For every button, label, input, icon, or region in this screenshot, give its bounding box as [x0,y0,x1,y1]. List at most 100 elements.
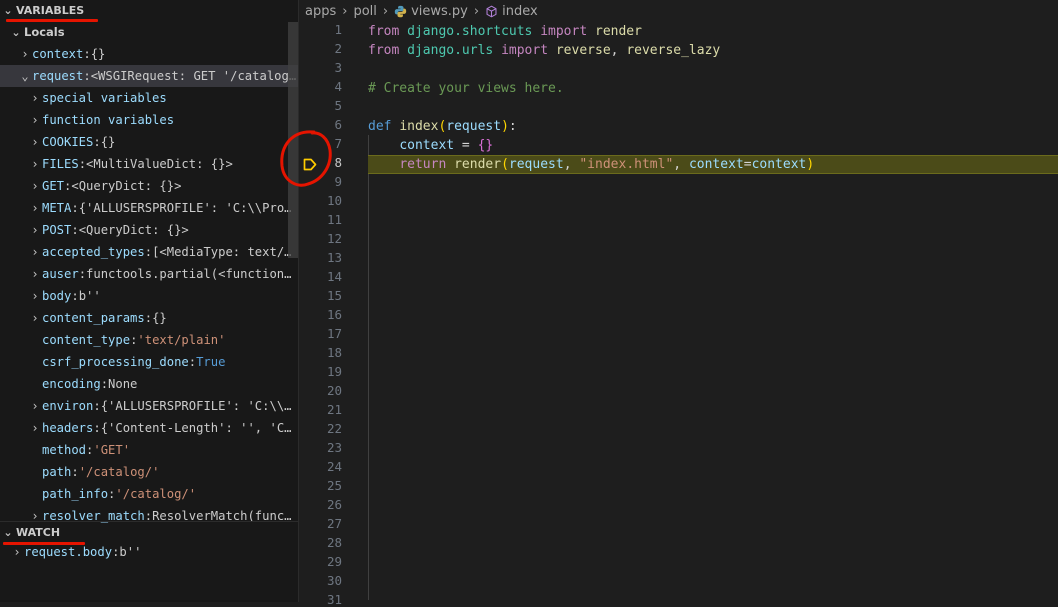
current-execution-line[interactable]: return render(request, "index.html", con… [368,155,1058,174]
line-number[interactable]: 29 [302,554,342,569]
line-number[interactable]: 10 [302,193,342,208]
code-line[interactable]: context = {} [368,136,1058,155]
line-number[interactable]: 24 [302,459,342,474]
line-number[interactable]: 15 [302,288,342,303]
chevron-right-icon[interactable]: › [28,201,42,215]
variable-value: {'Content-Length': '', 'Content-Type'} [100,421,298,435]
line-number[interactable]: 5 [302,98,342,113]
variable-separator: : [78,267,87,281]
watch-expression: request.body [24,545,113,559]
code-token: = [743,157,752,172]
variable-row-method[interactable]: method: 'GET' [0,439,298,461]
variable-row-auser[interactable]: ›auser: functools.partial(<function ause… [0,263,298,285]
line-number[interactable]: 27 [302,516,342,531]
chevron-right-icon[interactable]: › [28,223,42,237]
variable-separator: : [78,157,87,171]
watch-section-header[interactable]: ⌄ WATCH [0,521,298,542]
line-number-gutter: 1 2 3 4 5 6 7 8 9 10 11 12 13 14 15 16 17 18 19 20 21 22 23 24 2… [280,22,368,607]
line-number[interactable]: 17 [302,326,342,341]
line-number[interactable]: 25 [302,478,342,493]
chevron-right-icon[interactable]: › [28,91,42,105]
chevron-right-icon[interactable]: › [28,113,42,127]
variable-row-encoding[interactable]: encoding: None [0,373,298,395]
code-token: # Create your views here. [368,81,564,96]
variable-value: {} [100,135,116,149]
variable-row-content-type[interactable]: content_type: 'text/plain' [0,329,298,351]
code-editor[interactable]: from django.shortcuts import render from … [368,22,1058,602]
chevron-down-icon[interactable]: ⌄ [18,69,32,83]
variable-value: 'text/plain' [137,333,226,347]
line-number[interactable]: 21 [302,402,342,417]
breadcrumb-symbol[interactable]: index [502,4,538,19]
line-number[interactable]: 1 [302,22,342,37]
variable-row-context[interactable]: › context: {} [0,43,298,65]
line-number[interactable]: 20 [302,383,342,398]
code-line[interactable] [368,98,1058,117]
variable-row-special-variables[interactable]: › special variables [0,87,298,109]
variable-row-content-params[interactable]: › content_params: {} [0,307,298,329]
code-token: , [610,43,627,58]
chevron-right-icon[interactable]: › [28,157,42,171]
variable-value: b'' [78,289,101,303]
chevron-right-icon[interactable]: › [28,135,42,149]
line-number[interactable]: 13 [302,250,342,265]
code-token: , [673,157,689,172]
variable-row-csrf-processing-done[interactable]: csrf_processing_done: True [0,351,298,373]
code-token: "index.html" [579,157,674,172]
variable-row-get[interactable]: › GET: <QueryDict: {}> [0,175,298,197]
line-number[interactable]: 31 [302,592,342,607]
chevron-right-icon[interactable]: › [28,179,42,193]
variable-row-headers[interactable]: ›headers: {'Content-Length': '', 'Conten… [0,417,298,439]
line-number[interactable]: 18 [302,345,342,360]
code-line[interactable]: from django.shortcuts import render [368,22,1058,41]
breadcrumb-file[interactable]: views.py [411,4,468,19]
chevron-right-icon[interactable]: › [18,47,32,61]
line-number[interactable]: 12 [302,231,342,246]
line-number[interactable]: 14 [302,269,342,284]
line-number[interactable]: 30 [302,573,342,588]
chevron-right-icon[interactable]: › [28,399,42,413]
breadcrumb-poll[interactable]: poll [353,4,376,19]
line-number[interactable]: 3 [302,60,342,75]
variable-row-path-info[interactable]: path_info: '/catalog/' [0,483,298,505]
variable-row-function-variables[interactable]: › function variables [0,109,298,131]
code-line[interactable]: from django.urls import reverse, reverse… [368,41,1058,60]
variable-row-files[interactable]: › FILES: <MultiValueDict: {}> [0,153,298,175]
chevron-right-icon[interactable]: › [28,289,42,303]
variable-row-path[interactable]: path: '/catalog/' [0,461,298,483]
line-number[interactable]: 23 [302,440,342,455]
variable-row-post[interactable]: › POST: <QueryDict: {}> [0,219,298,241]
variable-row-body[interactable]: › body: b'' [0,285,298,307]
line-number[interactable]: 28 [302,535,342,550]
variable-separator: : [64,179,72,193]
variable-name: FILES [42,157,79,171]
line-number[interactable]: 16 [302,307,342,322]
line-number[interactable]: 19 [302,364,342,379]
line-number[interactable]: 2 [302,41,342,56]
watch-row[interactable]: › request.body: b'' [0,541,298,563]
chevron-right-icon[interactable]: › [28,311,42,325]
chevron-right-icon[interactable]: › [28,421,42,435]
breadcrumb: apps › poll › views.py › index [305,0,538,22]
chevron-right-icon[interactable]: › [28,267,42,281]
code-line[interactable] [368,60,1058,79]
line-number[interactable]: 26 [302,497,342,512]
breadcrumb-apps[interactable]: apps [305,4,336,19]
variable-row-request[interactable]: ⌄ request: <WSGIRequest: GET '/catalog/'> [0,65,298,87]
variable-row-accepted-types[interactable]: ›accepted_types: [<MediaType: text/plain… [0,241,298,263]
chevron-right-icon[interactable]: › [28,245,42,259]
chevron-right-icon[interactable]: › [10,545,24,559]
code-line[interactable]: def index(request): [368,117,1058,136]
line-number[interactable]: 22 [302,421,342,436]
variable-row-cookies[interactable]: › COOKIES: {} [0,131,298,153]
line-number[interactable]: 4 [302,79,342,94]
variables-section-header[interactable]: ⌄ VARIABLES [0,0,298,20]
variable-row-meta[interactable]: ›META: {'ALLUSERSPROFILE': 'C:\\ProgramD… [0,197,298,219]
code-line[interactable]: # Create your views here. [368,79,1058,98]
debug-current-line-arrow-icon [303,156,317,175]
variable-row-environ[interactable]: ›environ: {'ALLUSERSPROFILE': 'C:\\Progr… [0,395,298,417]
line-number[interactable]: 11 [302,212,342,227]
locals-scope-header[interactable]: ⌄ Locals [0,22,298,42]
